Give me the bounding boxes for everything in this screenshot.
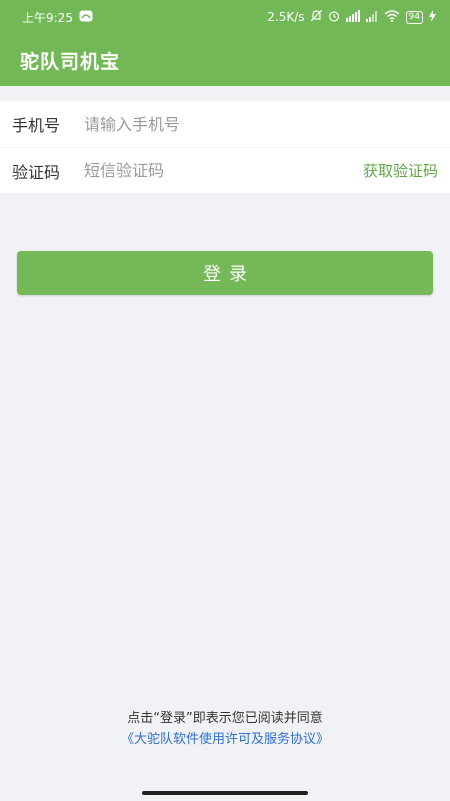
status-bar: 上午9:25 2.5K/s 94 (0, 0, 450, 34)
get-code-button[interactable]: 获取验证码 (363, 160, 438, 181)
notification-icon (79, 10, 93, 24)
phone-input[interactable] (84, 114, 438, 134)
signal-icon (365, 10, 378, 24)
login-form: 手机号 验证码 获取验证码 (0, 101, 450, 193)
status-time: 上午9:25 (22, 10, 73, 25)
agreement-link[interactable]: 《大驼队软件使用许可及服务协议》 (0, 729, 450, 750)
battery-level: 94 (408, 11, 420, 22)
home-indicator[interactable] (142, 791, 308, 795)
agreement: 点击“登录”即表示您已阅读并同意 《大驼队软件使用许可及服务协议》 (0, 708, 450, 750)
status-bar-left: 上午9:25 (22, 9, 93, 26)
wifi-icon (384, 10, 400, 24)
app-bar: 驼队司机宝 (0, 34, 450, 86)
login-button[interactable]: 登录 (17, 251, 433, 295)
phone-label: 手机号 (12, 116, 61, 135)
charging-icon (429, 10, 436, 24)
code-input[interactable] (84, 161, 363, 180)
mute-icon (310, 9, 322, 24)
code-row: 验证码 获取验证码 (0, 147, 450, 193)
battery-icon: 94 (405, 10, 423, 24)
page-title: 驼队司机宝 (20, 50, 121, 73)
code-label: 验证码 (12, 162, 61, 182)
agreement-text: 点击“登录”即表示您已阅读并同意 (127, 711, 323, 726)
alarm-icon (328, 10, 340, 24)
network-speed: 2.5K/s (267, 10, 305, 24)
phone-row: 手机号 (0, 101, 450, 147)
hd-signal-icon (345, 10, 360, 24)
status-bar-right: 2.5K/s 94 (267, 9, 436, 24)
